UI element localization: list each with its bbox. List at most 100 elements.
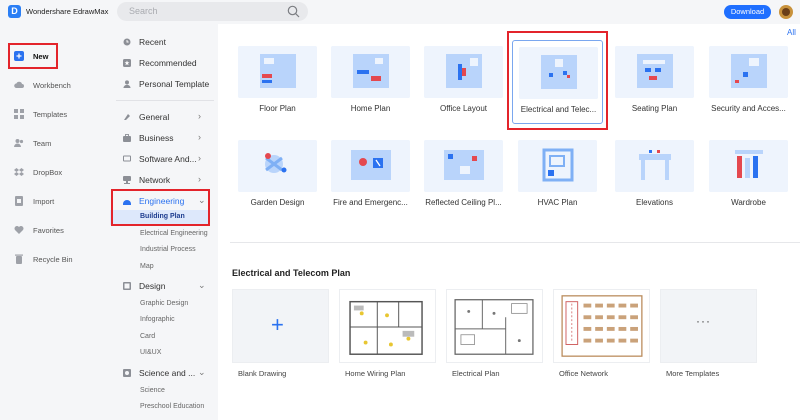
category-label: Software And... bbox=[139, 154, 197, 164]
team-icon bbox=[14, 139, 24, 147]
category-personal-template[interactable]: Personal Template bbox=[108, 74, 218, 94]
template-card-seating-plan[interactable]: Seating Plan bbox=[609, 40, 700, 124]
template-electrical-plan[interactable]: Electrical Plan bbox=[446, 289, 543, 381]
template-card-office-layout[interactable]: Office Layout bbox=[418, 40, 509, 124]
template-card-floor-plan[interactable]: Floor Plan bbox=[232, 40, 323, 124]
software-icon bbox=[123, 155, 131, 162]
clock-icon bbox=[123, 38, 131, 46]
template-label: Home Wiring Plan bbox=[345, 369, 406, 378]
garden-design-thumbnail bbox=[238, 140, 317, 192]
subcategory-label: UI&UX bbox=[140, 349, 162, 356]
nav-team[interactable]: Team bbox=[0, 132, 108, 154]
more-dots-icon: ··· bbox=[696, 314, 711, 328]
office-network-thumbnail bbox=[553, 289, 650, 363]
nav-workbench[interactable]: Workbench bbox=[0, 74, 108, 96]
subcategory-label: Infographic bbox=[140, 316, 175, 323]
subcategory-graphic-design[interactable]: Graphic Design bbox=[110, 297, 210, 312]
user-avatar[interactable] bbox=[779, 5, 793, 19]
subcategory-uiux[interactable]: UI&UX bbox=[110, 346, 210, 361]
wardrobe-thumbnail bbox=[709, 140, 788, 192]
elevations-thumbnail bbox=[615, 140, 694, 192]
nav-label: Favorites bbox=[33, 225, 64, 235]
subcategory-preschool-education[interactable]: Preschool Education bbox=[110, 400, 210, 415]
network-icon bbox=[123, 176, 131, 184]
nav-dropbox[interactable]: DropBox bbox=[0, 161, 108, 183]
template-card-label: Floor Plan bbox=[259, 104, 296, 113]
all-link[interactable]: All bbox=[787, 28, 796, 37]
category-label: Recommended bbox=[139, 58, 197, 68]
template-card-garden-design[interactable]: Garden Design bbox=[232, 134, 323, 218]
cloud-icon bbox=[14, 81, 24, 89]
template-card-security-access[interactable]: Security and Acces... bbox=[703, 40, 794, 124]
subcategory-infographic[interactable]: Infographic bbox=[110, 313, 210, 328]
category-network[interactable]: Network › bbox=[108, 170, 218, 190]
subcategory-electrical-engineering[interactable]: Electrical Engineering bbox=[110, 227, 210, 242]
template-label: Blank Drawing bbox=[238, 369, 287, 378]
subcategory-science[interactable]: Science bbox=[110, 384, 210, 399]
subcategory-label: Graphic Design bbox=[140, 300, 189, 307]
template-more-templates[interactable]: ··· More Templates bbox=[660, 289, 757, 381]
subcategory-label: Card bbox=[140, 333, 156, 340]
template-blank-drawing[interactable]: + Blank Drawing bbox=[232, 289, 329, 381]
business-icon bbox=[123, 134, 131, 142]
floor-plan-thumbnail bbox=[238, 46, 317, 98]
search-icon[interactable] bbox=[287, 5, 300, 18]
template-office-network[interactable]: Office Network bbox=[553, 289, 650, 381]
search-placeholder: Search bbox=[129, 6, 158, 16]
subcategory-card[interactable]: Card bbox=[110, 330, 210, 345]
nav-recycle-bin[interactable]: Recycle Bin bbox=[0, 248, 108, 270]
general-icon bbox=[124, 114, 130, 120]
chevron-down-icon: ⌄ bbox=[198, 367, 206, 377]
category-design[interactable]: Design ⌄ bbox=[108, 276, 218, 296]
blank-drawing-thumbnail: + bbox=[232, 289, 329, 363]
category-recommended[interactable]: Recommended bbox=[108, 53, 218, 73]
office-layout-thumbnail bbox=[424, 46, 503, 98]
category-label: Design bbox=[139, 281, 166, 291]
plus-icon: + bbox=[271, 312, 284, 337]
subcategory-label: Science bbox=[140, 387, 165, 394]
person-icon bbox=[123, 80, 131, 88]
category-science[interactable]: Science and ... ⌄ bbox=[108, 363, 218, 383]
subcategory-label: Electrical Engineering bbox=[140, 230, 208, 237]
electrical-plan-thumbnail bbox=[446, 289, 543, 363]
template-card-hvac-plan[interactable]: HVAC Plan bbox=[512, 134, 603, 218]
template-card-label: Home Plan bbox=[350, 104, 391, 113]
template-card-fire-emergency[interactable]: Fire and Emergenc... bbox=[325, 134, 416, 218]
template-home-wiring-plan[interactable]: Home Wiring Plan bbox=[339, 289, 436, 381]
category-label: General bbox=[139, 112, 170, 122]
subcategory-label: Map bbox=[140, 263, 154, 270]
template-card-label: HVAC Plan bbox=[537, 198, 578, 207]
dropbox-icon bbox=[14, 168, 24, 176]
fire-emergency-thumbnail bbox=[331, 140, 410, 192]
template-card-label: Security and Acces... bbox=[711, 104, 786, 113]
category-label: Personal Template bbox=[139, 79, 210, 89]
category-separator bbox=[116, 100, 214, 101]
category-general[interactable]: General › bbox=[108, 107, 218, 127]
grid-icon bbox=[14, 109, 24, 119]
trash-icon bbox=[15, 254, 23, 264]
template-card-home-plan[interactable]: Home Plan bbox=[325, 40, 416, 124]
nav-templates[interactable]: Templates bbox=[0, 103, 108, 125]
nav-favorites[interactable]: Favorites bbox=[0, 219, 108, 241]
template-card-elevations[interactable]: Elevations bbox=[609, 134, 700, 218]
nav-label: DropBox bbox=[33, 167, 63, 177]
download-button[interactable]: Download bbox=[724, 5, 771, 19]
engineering-highlight-box bbox=[111, 189, 210, 226]
search-input[interactable]: Search bbox=[117, 2, 308, 21]
subcategory-map[interactable]: Map bbox=[110, 260, 210, 275]
science-icon bbox=[123, 369, 131, 377]
left-nav: New Workbench Templates Team DropBox Imp… bbox=[0, 24, 108, 420]
template-card-reflected-ceiling[interactable]: Reflected Ceiling Pl... bbox=[418, 134, 509, 218]
template-label: Electrical Plan bbox=[452, 369, 500, 378]
nav-import[interactable]: Import bbox=[0, 190, 108, 212]
category-business[interactable]: Business › bbox=[108, 128, 218, 148]
template-card-wardrobe[interactable]: Wardrobe bbox=[703, 134, 794, 218]
category-software[interactable]: Software And... › bbox=[108, 149, 218, 169]
subcategory-industrial-process[interactable]: Industrial Process bbox=[110, 243, 210, 258]
subcategory-label: Industrial Process bbox=[140, 246, 196, 253]
new-highlight-box bbox=[8, 43, 58, 69]
subcategory-label: Preschool Education bbox=[140, 403, 205, 410]
category-recent[interactable]: Recent bbox=[108, 32, 218, 52]
chevron-right-icon: › bbox=[198, 132, 201, 142]
heart-icon bbox=[14, 226, 24, 234]
